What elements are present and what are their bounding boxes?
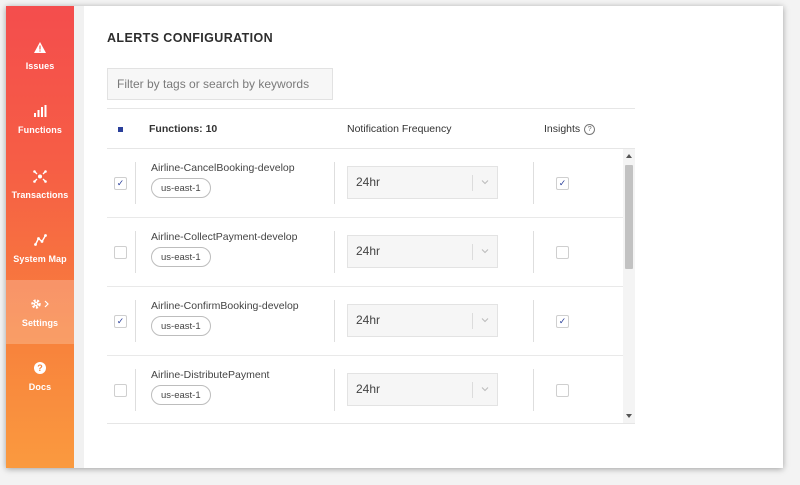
column-divider — [533, 231, 534, 273]
chevron-down-icon — [481, 387, 489, 392]
transactions-icon — [33, 168, 47, 184]
frequency-select[interactable]: 24hr — [347, 304, 498, 337]
frequency-select[interactable]: 24hr — [347, 373, 498, 406]
column-divider — [533, 162, 534, 204]
insights-checkbox[interactable]: ✓ — [556, 177, 569, 190]
gear-icon — [30, 296, 50, 312]
column-divider — [135, 231, 136, 273]
chevron-down-icon — [481, 249, 489, 254]
warning-icon — [34, 39, 46, 55]
sidebar-item-transactions[interactable]: Transactions — [6, 152, 74, 216]
sidebar-gutter — [74, 6, 84, 468]
column-divider — [135, 300, 136, 342]
help-icon[interactable]: ? — [584, 124, 596, 135]
frequency-column-header: Notification Frequency — [347, 123, 452, 135]
column-divider — [334, 231, 335, 273]
sidebar-item-label: Docs — [28, 382, 52, 392]
page-title: ALERTS CONFIGURATION — [107, 31, 274, 45]
table-row: Airline-DistributePayment us-east-1 24hr — [107, 356, 623, 423]
insights-header-label: Insights — [544, 123, 581, 135]
frequency-select[interactable]: 24hr — [347, 166, 498, 199]
table-row: ✓ Airline-CancelBooking-develop us-east-… — [107, 149, 623, 218]
system-map-icon — [33, 232, 47, 248]
column-divider — [334, 369, 335, 411]
table-row: ✓ Airline-ConfirmBooking-develop us-east… — [107, 287, 623, 356]
select-all-checkbox[interactable] — [115, 124, 125, 134]
row-select-checkbox[interactable] — [114, 384, 127, 397]
bar-chart-icon — [33, 103, 47, 119]
scroll-thumb[interactable] — [625, 165, 633, 269]
sidebar-item-label: Functions — [18, 125, 62, 135]
insights-checkbox[interactable]: ✓ — [556, 315, 569, 328]
region-tag[interactable]: us-east-1 — [151, 178, 211, 198]
column-divider — [334, 162, 335, 204]
column-divider — [135, 369, 136, 411]
insights-checkbox[interactable] — [556, 246, 569, 259]
sidebar-item-issues[interactable]: Issues — [6, 23, 74, 87]
sidebar-item-settings[interactable]: Settings — [6, 280, 74, 344]
chevron-down-icon — [481, 318, 489, 323]
function-name: Airline-DistributePayment — [151, 369, 270, 381]
frequency-value: 24hr — [356, 175, 381, 189]
region-tag[interactable]: us-east-1 — [151, 385, 211, 405]
column-divider — [334, 300, 335, 342]
insights-checkbox[interactable] — [556, 384, 569, 397]
column-divider — [533, 369, 534, 411]
checkmark-icon: ✓ — [116, 316, 125, 326]
sidebar-item-label: Settings — [21, 318, 59, 328]
checkmark-icon: ✓ — [558, 178, 567, 188]
row-select-checkbox[interactable] — [114, 246, 127, 259]
app-window: Issues Functions Transactions System Map… — [6, 6, 783, 468]
help-circle-icon: ? — [34, 360, 46, 376]
sidebar: Issues Functions Transactions System Map… — [6, 6, 74, 468]
search-input[interactable] — [107, 68, 333, 100]
functions-list: ✓ Airline-CancelBooking-develop us-east-… — [107, 148, 635, 424]
frequency-value: 24hr — [356, 313, 381, 327]
checkmark-icon: ✓ — [116, 178, 125, 188]
sidebar-item-system-map[interactable]: System Map — [6, 216, 74, 280]
region-tag[interactable]: us-east-1 — [151, 247, 211, 267]
function-name: Airline-CancelBooking-develop — [151, 162, 295, 174]
table-divider — [107, 108, 635, 109]
sidebar-item-label: Transactions — [11, 190, 69, 200]
frequency-value: 24hr — [356, 244, 381, 258]
functions-column-header: Functions: 10 — [149, 123, 218, 135]
column-divider — [533, 300, 534, 342]
svg-text:?: ? — [37, 363, 43, 373]
scroll-down-icon[interactable] — [626, 413, 632, 419]
region-tag[interactable]: us-east-1 — [151, 316, 211, 336]
row-select-checkbox[interactable]: ✓ — [114, 177, 127, 190]
insights-column-header: Insights? — [544, 123, 596, 135]
sidebar-item-label: System Map — [13, 254, 67, 264]
chevron-down-icon — [481, 180, 489, 185]
sidebar-item-label: Issues — [25, 61, 55, 71]
checkmark-icon: ✓ — [558, 316, 567, 326]
sidebar-item-docs[interactable]: ? Docs — [6, 344, 74, 408]
list-scrollbar[interactable] — [623, 149, 635, 423]
function-name: Airline-CollectPayment-develop — [151, 231, 298, 243]
column-divider — [135, 162, 136, 204]
function-name: Airline-ConfirmBooking-develop — [151, 300, 299, 312]
row-select-checkbox[interactable]: ✓ — [114, 315, 127, 328]
frequency-select[interactable]: 24hr — [347, 235, 498, 268]
frequency-value: 24hr — [356, 382, 381, 396]
table-row: Airline-CollectPayment-develop us-east-1… — [107, 218, 623, 287]
sidebar-item-functions[interactable]: Functions — [6, 87, 74, 151]
scroll-up-icon[interactable] — [626, 153, 632, 159]
